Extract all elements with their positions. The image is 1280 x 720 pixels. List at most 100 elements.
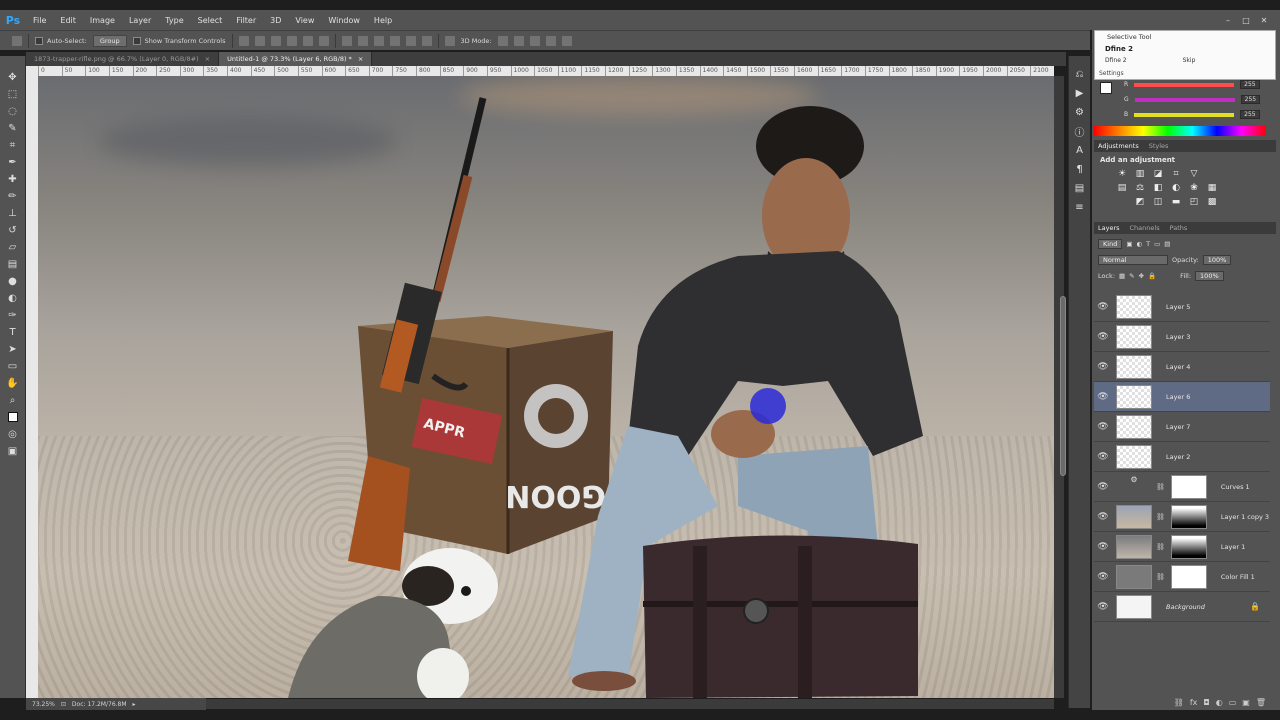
brush-tool-icon[interactable]: ✏ xyxy=(5,189,21,203)
visibility-eye-icon[interactable]: 👁 xyxy=(1094,392,1112,402)
visibility-eye-icon[interactable]: 👁 xyxy=(1094,512,1112,522)
visibility-eye-icon[interactable]: 👁 xyxy=(1094,542,1112,552)
move-tool-icon[interactable] xyxy=(12,35,22,46)
layer-row[interactable]: 👁 Layer 5 xyxy=(1094,292,1270,322)
adjustment-icon[interactable]: ◧ xyxy=(1152,182,1164,193)
shape-tool-icon[interactable]: ▭ xyxy=(5,359,21,373)
menu-window[interactable]: Window xyxy=(321,16,367,25)
horizontal-scrollbar[interactable] xyxy=(206,699,1054,709)
layer-style-icon[interactable]: fx xyxy=(1190,698,1198,710)
history-brush-tool-icon[interactable]: ↺ xyxy=(5,223,21,237)
adjustment-icon[interactable]: ◩ xyxy=(1134,196,1146,207)
tools-preset-icon[interactable]: ⚙ xyxy=(1074,106,1086,118)
visibility-eye-icon[interactable]: 👁 xyxy=(1094,302,1112,312)
mask-link-icon[interactable]: ⛓ xyxy=(1156,483,1165,491)
menu-filter[interactable]: Filter xyxy=(229,16,263,25)
adjustment-icon[interactable]: ▦ xyxy=(1206,182,1218,193)
distribute-right-icon[interactable] xyxy=(421,35,432,46)
color-slider-bar[interactable] xyxy=(1134,112,1235,117)
layer-name[interactable]: Layer 6 xyxy=(1166,393,1190,401)
document-canvas[interactable]: GOON APPR xyxy=(38,76,1054,698)
layer-name[interactable]: Color Fill 1 xyxy=(1221,573,1255,581)
layer-thumbnail[interactable] xyxy=(1116,324,1152,349)
foreground-color[interactable] xyxy=(7,412,18,422)
align-center-icon[interactable] xyxy=(302,35,313,46)
adjustment-icon[interactable]: ▩ xyxy=(1206,196,1218,207)
layer-row[interactable]: 👁 Layer 7 xyxy=(1094,412,1270,442)
healing-brush-tool-icon[interactable]: ✚ xyxy=(5,172,21,186)
clone-stamp-tool-icon[interactable]: ⊥ xyxy=(5,206,21,220)
layer-row[interactable]: 👁 Layer 2 xyxy=(1094,442,1270,472)
tab-untitled-1[interactable]: Untitled-1 @ 73.3% (Layer 6, RGB/8) * × xyxy=(219,52,373,66)
visibility-eye-icon[interactable]: 👁 xyxy=(1094,332,1112,342)
vertical-scrollbar[interactable] xyxy=(1054,76,1066,698)
layer-row[interactable]: 👁 ⛓ Layer 1 copy 3 xyxy=(1094,502,1270,532)
status-menu-arrow-icon[interactable]: ▸ xyxy=(133,701,136,708)
adjustment-icon[interactable]: ◪ xyxy=(1152,168,1164,179)
visibility-eye-icon[interactable]: 👁 xyxy=(1094,572,1112,582)
menu-edit[interactable]: Edit xyxy=(53,16,83,25)
layer-thumbnail[interactable] xyxy=(1116,414,1152,439)
layer-thumbnail[interactable] xyxy=(1116,534,1152,559)
layer-thumbnail[interactable] xyxy=(1116,354,1152,379)
pen-tool-icon[interactable]: ✑ xyxy=(5,308,21,322)
move-tool-icon[interactable]: ✥ xyxy=(5,70,21,84)
tab-styles[interactable]: Styles xyxy=(1149,142,1169,150)
visibility-eye-icon[interactable]: 👁 xyxy=(1094,482,1112,492)
mask-link-icon[interactable]: ⛓ xyxy=(1156,573,1165,581)
adjustment-icon[interactable]: ▬ xyxy=(1170,196,1182,207)
menu-layer[interactable]: Layer xyxy=(122,16,158,25)
color-swatches[interactable] xyxy=(5,410,21,424)
tab-paths[interactable]: Paths xyxy=(1170,224,1188,232)
layer-name[interactable]: Layer 1 xyxy=(1221,543,1245,551)
filter-kind-dropdown[interactable]: Kind xyxy=(1098,239,1123,249)
mask-link-icon[interactable]: ⛓ xyxy=(1156,513,1165,521)
opacity-input[interactable]: 100% xyxy=(1202,255,1232,265)
blur-tool-icon[interactable]: ● xyxy=(5,274,21,288)
fill-input[interactable]: 100% xyxy=(1195,271,1224,281)
adjustment-icon[interactable]: ⚖ xyxy=(1134,182,1146,193)
paragraph-icon[interactable]: ¶ xyxy=(1074,163,1086,175)
3d-rotate-icon[interactable] xyxy=(497,35,508,46)
align-top-icon[interactable] xyxy=(238,35,249,46)
layer-name[interactable]: Layer 2 xyxy=(1166,453,1190,461)
show-transform-option[interactable]: Show Transform Controls xyxy=(132,36,226,45)
menu-file[interactable]: File xyxy=(26,16,53,25)
align-right-icon[interactable] xyxy=(318,35,329,46)
align-left-icon[interactable] xyxy=(286,35,297,46)
zoom-level[interactable]: 73.25% xyxy=(32,701,55,708)
layer-comps-icon[interactable]: ▤ xyxy=(1074,182,1086,194)
color-slider-b[interactable]: B 255 xyxy=(1124,110,1264,119)
info-icon[interactable]: ⓘ xyxy=(1074,125,1086,139)
crop-tool-icon[interactable]: ⌗ xyxy=(5,138,21,152)
quick-mask-icon[interactable]: ◎ xyxy=(5,427,21,441)
layer-name[interactable]: Layer 1 copy 3 xyxy=(1221,513,1269,521)
menu-image[interactable]: Image xyxy=(83,16,122,25)
3d-slide-icon[interactable] xyxy=(545,35,556,46)
layer-row[interactable]: 👁 ⛓ Layer 1 xyxy=(1094,532,1270,562)
new-adjustment-icon[interactable]: ◐ xyxy=(1216,698,1223,710)
color-spectrum[interactable] xyxy=(1094,126,1266,136)
menu-3d[interactable]: 3D xyxy=(263,16,288,25)
close-button[interactable]: ✕ xyxy=(1258,15,1270,25)
filter-pixel-icon[interactable]: ▣ xyxy=(1126,240,1132,248)
eraser-tool-icon[interactable]: ▱ xyxy=(5,240,21,254)
auto-select-dropdown[interactable]: Group xyxy=(92,34,127,47)
layer-row[interactable]: 👁 ⛓ Color Fill 1 xyxy=(1094,562,1270,592)
layer-thumbnail[interactable] xyxy=(1116,444,1152,469)
color-slider-bar[interactable] xyxy=(1134,82,1235,87)
color-slider-r[interactable]: R 255 xyxy=(1124,80,1264,89)
3d-scale-icon[interactable] xyxy=(561,35,572,46)
tab-channels[interactable]: Channels xyxy=(1130,224,1160,232)
foreground-color-swatch[interactable] xyxy=(1100,82,1112,94)
3d-roll-icon[interactable] xyxy=(513,35,524,46)
adjustment-icon[interactable] xyxy=(1116,196,1128,207)
layer-thumbnail[interactable] xyxy=(1116,564,1152,589)
screen-mode-icon[interactable]: ▣ xyxy=(5,444,21,458)
visibility-eye-icon[interactable]: 👁 xyxy=(1094,422,1112,432)
filter-smart-icon[interactable]: ▤ xyxy=(1164,240,1170,248)
adjustment-icon[interactable]: ◰ xyxy=(1188,196,1200,207)
layer-name[interactable]: Background xyxy=(1166,603,1205,611)
tab-layers[interactable]: Layers xyxy=(1098,224,1120,232)
close-tab-icon[interactable]: × xyxy=(358,55,363,63)
